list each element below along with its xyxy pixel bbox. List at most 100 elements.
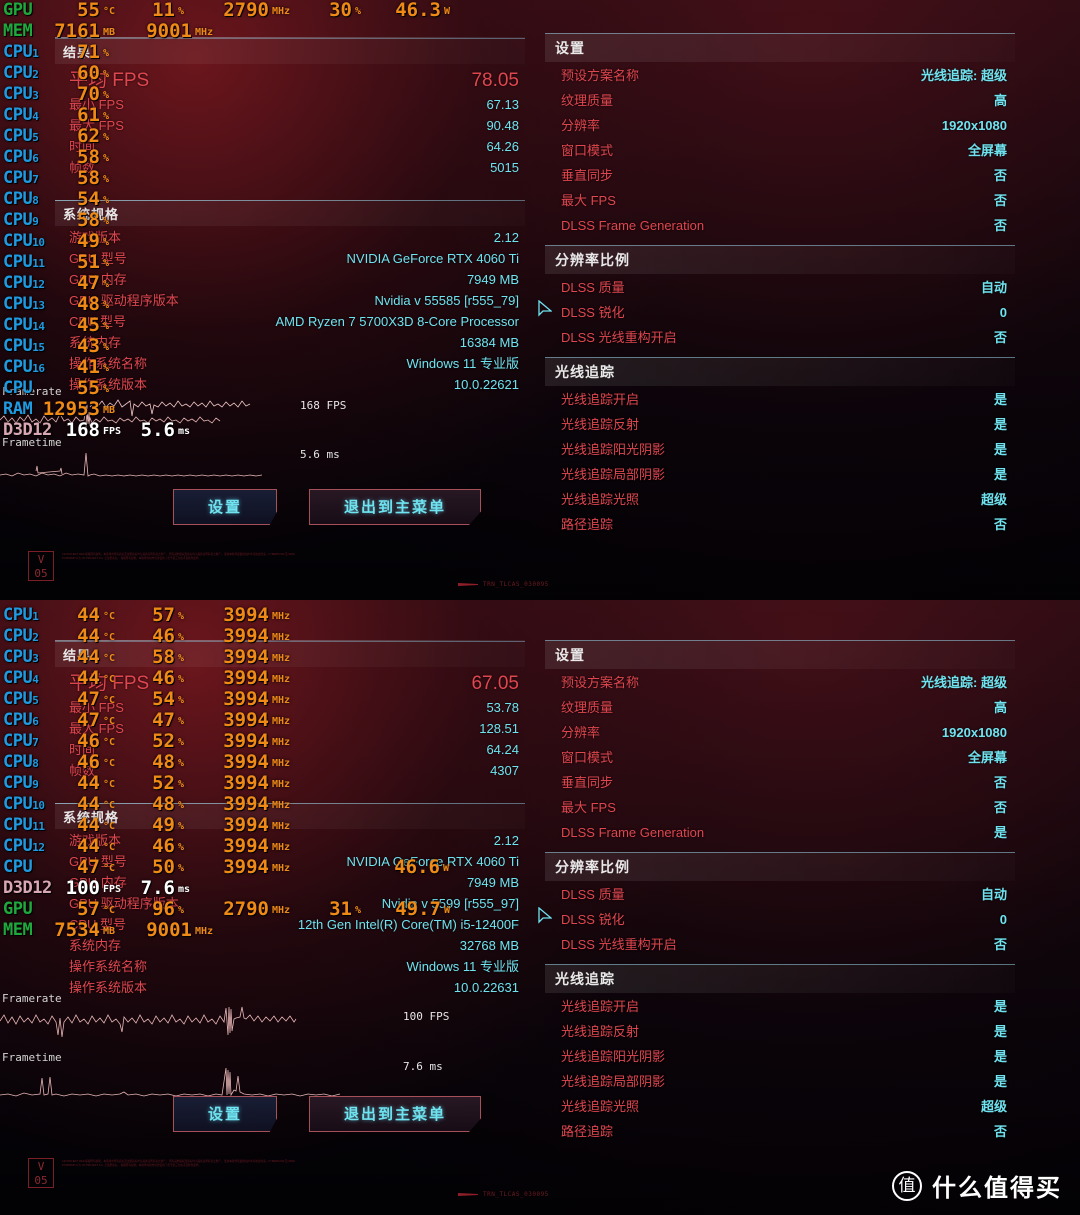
osd-cpu-core-label: CPU11 xyxy=(3,252,45,272)
setting-value: 否 xyxy=(993,168,1007,183)
setting-value: 否 xyxy=(993,218,1007,233)
osd-cpu-core-index: 1 xyxy=(32,610,39,623)
settings-header: 设置 xyxy=(545,640,1015,669)
osd-api-label: D3D12 xyxy=(3,878,52,898)
setting-row-max-fps[interactable]: 最大 FPS 否 xyxy=(545,794,1015,819)
result-row-avg-fps: 平均 FPS 67.05 xyxy=(55,667,525,696)
setting-value: 0 xyxy=(999,912,1007,927)
spec-value: 16384 MB xyxy=(459,335,519,350)
exit-to-main-menu-button[interactable]: 退出到主菜单 xyxy=(309,1096,482,1132)
setting-row-dlss-frame-generation[interactable]: DLSS Frame Generation 是 xyxy=(545,819,1015,844)
setting-row-window-mode[interactable]: 窗口模式 全屏幕 xyxy=(545,137,1015,162)
framerate-graph-label: Framerate xyxy=(2,992,62,1005)
setting-row-dlss-ray-reconstruction[interactable]: DLSS 光线重构开启 否 xyxy=(545,324,1015,349)
setting-value: 高 xyxy=(993,700,1007,715)
setting-value: 是 xyxy=(993,417,1007,432)
setting-value: 超级 xyxy=(980,1099,1007,1114)
osd-cpu-core-label: CPU1 xyxy=(3,42,39,62)
benchmark-screen-top: 结果 平均 FPS 78.05 最小 FPS 67.13 最大 FPS 90.4… xyxy=(0,0,1080,600)
setting-row-rt-reflections[interactable]: 光线追踪反射 是 xyxy=(545,411,1015,436)
setting-label: 窗口模式 xyxy=(561,750,614,765)
setting-row-rt-lighting[interactable]: 光线追踪光照 超级 xyxy=(545,486,1015,511)
setting-row-resolution[interactable]: 分辨率 1920x1080 xyxy=(545,719,1015,744)
setting-value: 是 xyxy=(993,825,1007,840)
setting-value: 高 xyxy=(993,93,1007,108)
setting-row-dlss-frame-generation[interactable]: DLSS Frame Generation 否 xyxy=(545,212,1015,237)
osd-cpu-core-label: CPU3 xyxy=(3,84,39,104)
setting-row-max-fps[interactable]: 最大 FPS 否 xyxy=(545,187,1015,212)
setting-label: DLSS Frame Generation xyxy=(561,218,705,233)
osd-cpu-total-label: CPU xyxy=(3,857,33,877)
setting-row-rt-local-shadows[interactable]: 光线追踪局部阴影 是 xyxy=(545,1068,1015,1093)
version-badge: V 05 xyxy=(28,551,54,581)
performance-graphs: Framerate 168 FPS Frametime 5.6 ms xyxy=(0,385,540,483)
setting-row-vsync[interactable]: 垂直同步 否 xyxy=(545,162,1015,187)
spec-row-system-memory: 系统内存 16384 MB xyxy=(55,331,525,352)
setting-row-texture-quality[interactable]: 纹理质量 高 xyxy=(545,87,1015,112)
osd-cpu-core-label: CPU6 xyxy=(3,147,39,167)
osd-gpu-temp: 55 xyxy=(77,0,100,21)
osd-cpu-core-temp: 44 xyxy=(77,604,100,626)
setting-row-rt-reflections[interactable]: 光线追踪反射 是 xyxy=(545,1018,1015,1043)
version-badge-line1: V xyxy=(37,1160,45,1173)
spec-label: 系统内存 xyxy=(69,335,122,350)
setting-row-rt-enabled[interactable]: 光线追踪开启 是 xyxy=(545,993,1015,1018)
setting-row-vsync[interactable]: 垂直同步 否 xyxy=(545,769,1015,794)
setting-row-dlss-quality[interactable]: DLSS 质量 自动 xyxy=(545,881,1015,906)
setting-row-rt-lighting[interactable]: 光线追踪光照 超级 xyxy=(545,1093,1015,1118)
osd-cpu-core-index: 7 xyxy=(32,736,39,749)
spec-label: GPU 内存 xyxy=(69,272,127,287)
settings-button[interactable]: 设置 xyxy=(173,1096,278,1132)
spec-row-os-name: 操作系统名称 Windows 11 专业版 xyxy=(55,955,525,976)
setting-label: DLSS 锐化 xyxy=(561,912,625,927)
result-label: 最小 FPS xyxy=(69,97,124,112)
osd-cpu-core-label: CPU8 xyxy=(3,189,39,209)
osd-gpu-load: 11 xyxy=(152,0,175,21)
setting-row-rt-sun-shadows[interactable]: 光线追踪阳光阴影 是 xyxy=(545,1043,1015,1068)
results-header: 结果 xyxy=(55,38,525,64)
corner-tag: TRN_TLCAS_030095 xyxy=(458,1191,549,1198)
osd-row-cpu-core: CPU1 44 °C 57% 3994 MHz xyxy=(0,605,540,626)
setting-row-rt-enabled[interactable]: 光线追踪开启 是 xyxy=(545,386,1015,411)
spec-row-game-version: 游戏版本 2.12 xyxy=(55,829,525,850)
osd-cpu-core-index: 5 xyxy=(32,694,39,707)
setting-row-path-tracing[interactable]: 路径追踪 否 xyxy=(545,511,1015,536)
exit-to-main-menu-button[interactable]: 退出到主菜单 xyxy=(309,489,482,525)
setting-label: 光线追踪局部阴影 xyxy=(561,1074,666,1089)
settings-header: 设置 xyxy=(545,33,1015,62)
setting-row-window-mode[interactable]: 窗口模式 全屏幕 xyxy=(545,744,1015,769)
osd-cpu-core-index: 1 xyxy=(32,47,39,60)
setting-row-texture-quality[interactable]: 纹理质量 高 xyxy=(545,694,1015,719)
osd-cpu-core-index: 10 xyxy=(32,236,45,249)
osd-cpu-core-load-unit: % xyxy=(178,611,185,622)
result-value: 64.24 xyxy=(486,742,519,757)
osd-gpu-power: 46.3 xyxy=(395,0,441,21)
version-badge: V 05 xyxy=(28,1158,54,1188)
osd-gpu-load-unit: % xyxy=(178,6,185,17)
setting-row-path-tracing[interactable]: 路径追踪 否 xyxy=(545,1118,1015,1143)
osd-cpu-core-label: CPU2 xyxy=(3,626,39,646)
osd-cpu-core-index: 3 xyxy=(32,89,39,102)
settings-button[interactable]: 设置 xyxy=(173,489,278,525)
osd-cpu-core-label: CPU5 xyxy=(3,126,39,146)
setting-row-dlss-sharpening[interactable]: DLSS 锐化 0 xyxy=(545,906,1015,931)
result-label: 时间 xyxy=(69,139,96,154)
setting-row-preset-name[interactable]: 预设方案名称 光线追踪: 超级 xyxy=(545,669,1015,694)
osd-cpu-core-index: 16 xyxy=(32,362,45,375)
osd-cpu-core-index: 8 xyxy=(32,757,39,770)
spec-label: GPU 型号 xyxy=(69,854,127,869)
setting-row-resolution[interactable]: 分辨率 1920x1080 xyxy=(545,112,1015,137)
osd-cpu-core-index: 9 xyxy=(32,778,39,791)
frametime-scale-value: 5.6 ms xyxy=(300,448,340,461)
setting-row-rt-local-shadows[interactable]: 光线追踪局部阴影 是 xyxy=(545,461,1015,486)
setting-row-preset-name[interactable]: 预设方案名称 光线追踪: 超级 xyxy=(545,62,1015,87)
setting-label: 路径追踪 xyxy=(561,1124,614,1139)
osd-cpu-core-label: CPU9 xyxy=(3,210,39,230)
result-row-max-fps: 最大 FPS 128.51 xyxy=(55,717,525,738)
setting-row-dlss-sharpening[interactable]: DLSS 锐化 0 xyxy=(545,299,1015,324)
setting-row-dlss-ray-reconstruction[interactable]: DLSS 光线重构开启 否 xyxy=(545,931,1015,956)
setting-row-dlss-quality[interactable]: DLSS 质量 自动 xyxy=(545,274,1015,299)
watermark-text: 什么值得买 xyxy=(932,1175,1062,1202)
setting-row-rt-sun-shadows[interactable]: 光线追踪阳光阴影 是 xyxy=(545,436,1015,461)
osd-cpu-core-label: CPU8 xyxy=(3,752,39,772)
